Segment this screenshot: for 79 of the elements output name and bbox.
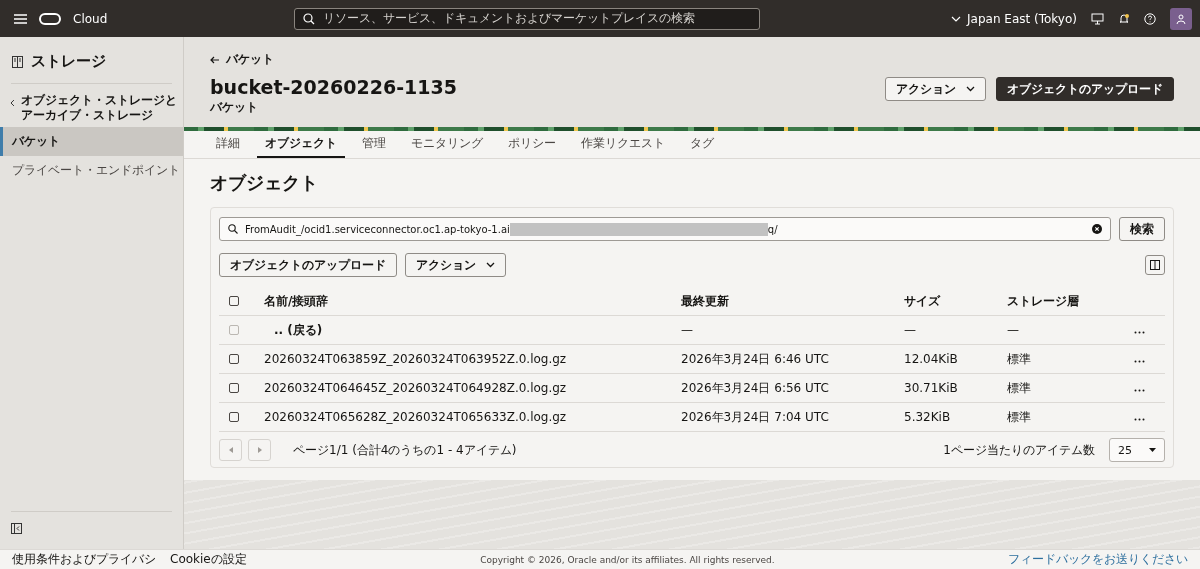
caret-left-icon [228,447,233,453]
object-name-link[interactable]: 20260324T064645Z_20260324T064928Z.0.log.gz [264,381,567,395]
checkbox[interactable] [229,412,239,422]
table-cell: 30.71KiB [904,381,958,395]
chevron-left-icon [10,99,15,107]
tab[interactable]: タグ [682,131,722,158]
columns-icon [1150,260,1160,270]
sidebar-title: ストレージ [31,52,106,71]
table-cell: — [904,323,916,337]
upload-button[interactable]: オブジェクトのアップロード [219,253,397,277]
avatar[interactable] [1170,7,1192,30]
table-cell: 5.32KiB [904,410,951,424]
page-subtitle: バケット [210,99,259,116]
chevron-down-icon [951,15,962,22]
footer-link[interactable]: 使用条件およびプライバシ [12,551,156,568]
object-name-link[interactable]: 20260324T065628Z_20260324T065633Z.0.log.gz [264,410,567,424]
upload-button[interactable]: オブジェクトのアップロード [996,77,1174,101]
menu-icon[interactable] [14,13,27,24]
more-icon[interactable] [1134,389,1145,392]
parent-link[interactable]: オブジェクト・ストレージとアーカイブ・ストレージ [0,84,183,127]
checkbox[interactable] [229,354,239,364]
table-cell: 標準 [1007,351,1031,366]
actions-button[interactable]: アクション [885,77,986,101]
sidebar-item[interactable]: バケット [0,127,183,156]
footer-link[interactable]: Cookieの設定 [170,551,247,568]
table-cell: 標準 [1007,409,1031,424]
storage-icon [12,55,23,68]
search-icon [228,224,238,234]
checkbox[interactable] [229,383,239,393]
checkbox[interactable] [229,296,239,306]
search-icon [303,12,315,25]
table-cell: — [681,323,693,337]
tab[interactable]: 管理 [354,131,394,158]
more-icon[interactable] [1134,331,1145,334]
search-button[interactable]: 検索 [1119,217,1165,241]
region-selector[interactable]: Japan East (Tokyo) [951,11,1077,26]
logo-icon[interactable] [39,12,61,25]
per-page-label: 1ページ当たりのアイテム数 [943,441,1095,459]
collapse-panel-icon[interactable] [11,523,22,534]
object-name-link[interactable]: 20260324T063859Z_20260324T063952Z.0.log.gz [264,352,567,366]
copyright-text: Copyright © 2026, Oracle and/or its affiliates. All rights reserved. [480,554,775,565]
pagination-summary: ページ1/1 (合計4のうちの1 - 4アイテム) [293,441,517,459]
person-icon [1176,13,1186,24]
column-header: ストレージ層 [1007,293,1079,308]
clear-icon[interactable] [1092,224,1102,234]
column-header: 名前/接頭辞 [264,293,329,308]
column-header: サイズ [904,293,940,308]
chevron-down-icon [966,86,975,92]
search-field[interactable]: FromAudit_/ocid1.serviceconnector.oc1.ap-tokyo-1.ai q/ [219,217,1111,241]
monitor-icon[interactable] [1091,12,1104,25]
table-cell: 標準 [1007,380,1031,395]
sidebar-item[interactable]: プライベート・エンドポイント [0,156,183,185]
caret-down-icon [1149,448,1156,452]
column-header: 最終更新 [681,293,729,308]
page-title: bucket-20260226-1135 [210,76,457,98]
table-cell: 2026年3月24日 6:56 UTC [681,380,829,395]
table-cell: — [1007,323,1019,337]
search-field[interactable]: リソース、サービス、ドキュメントおよびマーケットプレイスの検索 [294,7,760,30]
actions-button[interactable]: アクション [405,253,506,277]
tab[interactable]: 詳細 [208,131,248,158]
bell-icon[interactable] [1118,12,1130,25]
arrow-left-icon [210,55,220,64]
per-page-select[interactable]: 25 [1109,438,1165,462]
more-icon[interactable] [1134,360,1145,363]
help-icon[interactable] [1144,12,1156,25]
table-cell: 12.04KiB [904,352,958,366]
table-cell: 2026年3月24日 6:46 UTC [681,351,829,366]
caret-right-icon [257,447,262,453]
tab[interactable]: ポリシー [500,131,564,158]
section-title: オブジェクト [210,171,319,195]
columns-button[interactable] [1145,255,1165,275]
tab[interactable]: 作業リクエスト [573,131,673,158]
back-link[interactable]: バケット [210,51,274,68]
tab[interactable]: モニタリング [403,131,491,158]
chevron-down-icon [486,262,495,268]
more-icon[interactable] [1134,418,1145,421]
brand-name: Cloud [73,11,108,26]
feedback-link[interactable]: フィードバックをお送りください [1008,551,1188,568]
table-cell: 2026年3月24日 7:04 UTC [681,409,829,424]
